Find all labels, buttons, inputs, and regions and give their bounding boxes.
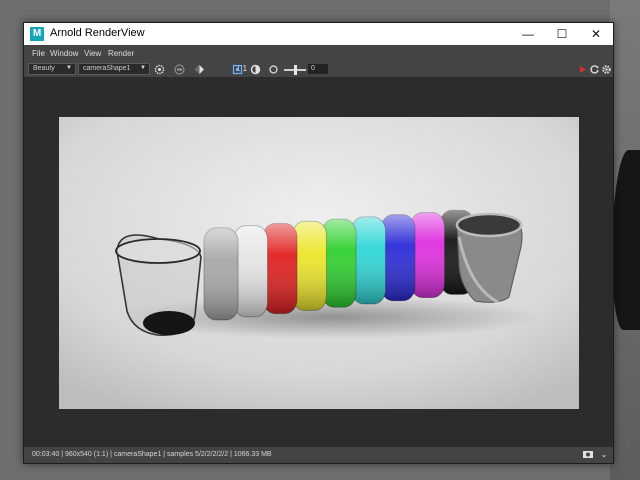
toolbar: Beauty ▼ cameraShape1 ▼ 1:1 0: [24, 61, 613, 77]
camera-select[interactable]: cameraShape1 ▼: [78, 63, 150, 75]
render-settings-icon[interactable]: [154, 64, 165, 75]
channel-toggle-icon[interactable]: [194, 64, 205, 75]
aov-display-icon[interactable]: [174, 64, 185, 75]
render-status-text: 00:03:40 | 960x540 (1:1) | cameraShape1 …: [32, 451, 272, 458]
snapshot-icon[interactable]: [582, 449, 594, 460]
chevron-down-icon[interactable]: ⌄: [598, 449, 610, 460]
color-ring: [233, 225, 268, 318]
chevron-down-icon: ▼: [140, 65, 146, 71]
title-bar[interactable]: M Arnold RenderView — ☐ ✕: [24, 23, 613, 45]
close-button[interactable]: ✕: [579, 23, 613, 45]
render-view-window: M Arnold RenderView — ☐ ✕ File Window Vi…: [23, 22, 614, 464]
color-ring: [292, 220, 327, 311]
color-ring: [321, 218, 357, 308]
maximize-button[interactable]: ☐: [545, 23, 579, 45]
menu-bar: File Window View Render: [24, 45, 613, 61]
stop-render-icon[interactable]: [577, 64, 588, 75]
gamma-icon[interactable]: [268, 64, 279, 75]
render-image: [59, 117, 579, 409]
render-viewport[interactable]: [24, 77, 613, 447]
exposure-icon[interactable]: [250, 64, 261, 75]
color-ring: [262, 223, 298, 315]
menu-render[interactable]: Render: [108, 49, 134, 58]
color-ring: [410, 212, 445, 299]
camera-select-value: cameraShape1: [83, 65, 131, 72]
exposure-field[interactable]: 0: [308, 64, 328, 74]
exposure-slider-thumb[interactable]: [294, 65, 297, 75]
aov-select-value: Beauty: [33, 65, 55, 72]
status-bar: 00:03:40 | 960x540 (1:1) | cameraShape1 …: [24, 447, 613, 463]
menu-window[interactable]: Window: [50, 49, 78, 58]
minimize-button[interactable]: —: [511, 23, 545, 45]
window-title: Arnold RenderView: [50, 27, 145, 39]
color-ring: [380, 214, 416, 302]
color-ring: [203, 227, 239, 321]
menu-view[interactable]: View: [84, 49, 101, 58]
maya-app-icon: M: [30, 27, 44, 41]
color-ring: [351, 216, 386, 305]
menu-file[interactable]: File: [32, 49, 45, 58]
refresh-render-icon[interactable]: [589, 64, 600, 75]
chevron-down-icon: ▼: [66, 65, 72, 71]
frame-region-icon[interactable]: [232, 64, 243, 75]
aov-select[interactable]: Beauty ▼: [28, 63, 76, 75]
gear-icon[interactable]: [601, 64, 612, 75]
